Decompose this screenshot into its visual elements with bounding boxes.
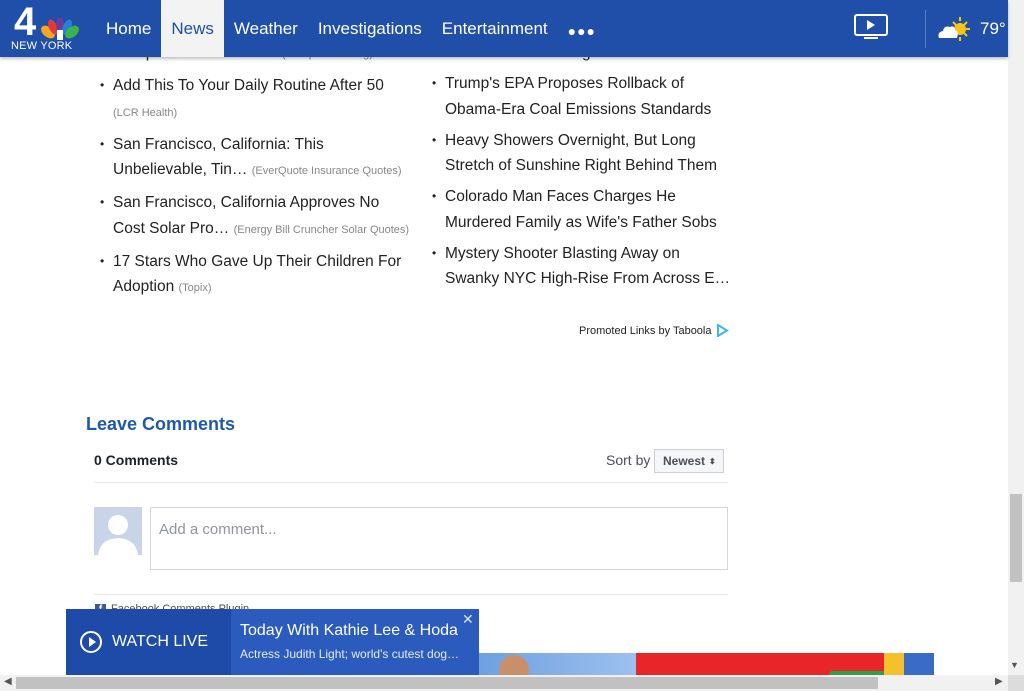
list-item[interactable]: Add This To Your Daily Routine After 50 … xyxy=(100,73,415,126)
sort-label: Sort by xyxy=(606,452,651,468)
header-divider xyxy=(925,10,926,48)
temperature[interactable]: 79° xyxy=(980,19,1006,39)
peacock-icon xyxy=(41,18,79,40)
link-title: Mystery Shooter Blasting Away on Swanky … xyxy=(445,244,731,288)
nbc-logo[interactable]: 4 NEW YORK xyxy=(10,0,80,54)
scroll-down-icon[interactable]: ▼ xyxy=(1010,660,1019,670)
logo-number: 4 xyxy=(14,0,37,44)
nav-home[interactable]: Home xyxy=(96,0,161,57)
comment-input[interactable]: Add a comment... xyxy=(150,507,728,570)
link-title: Trump's EPA Proposes Rollback of Obama-E… xyxy=(445,75,712,118)
user-silhouette-icon xyxy=(94,507,142,555)
list-item[interactable]: Trump's EPA Proposes Rollback of Obama-E… xyxy=(432,71,732,122)
taboola-icon xyxy=(716,324,729,337)
tv-play-icon[interactable] xyxy=(854,14,888,40)
logo-city: NEW YORK xyxy=(11,40,73,52)
list-item[interactable]: 17 Stars Who Gave Up Their Children For … xyxy=(100,249,415,302)
scroll-right-icon[interactable]: ▶ xyxy=(995,676,1003,687)
promoted-links-left: Companies in California (Comparisons.org… xyxy=(100,40,415,307)
link-source: (LCR Health) xyxy=(113,106,178,119)
watch-live-bar[interactable]: WATCH LIVE Today With Kathie Lee & Hoda … xyxy=(66,609,479,675)
list-item[interactable]: San Francisco, California Approves No Co… xyxy=(100,190,415,243)
more-menu-button[interactable]: ●●● xyxy=(558,0,606,57)
nav-weather[interactable]: Weather xyxy=(224,0,308,57)
watch-live-label: WATCH LIVE xyxy=(112,633,209,650)
link-source: (EverQuote Insurance Quotes) xyxy=(251,165,402,177)
partly-cloudy-icon[interactable] xyxy=(936,16,974,42)
link-title: 17 Stars Who Gave Up Their Children For … xyxy=(113,252,402,296)
list-item[interactable]: San Francisco, California: This Unbeliev… xyxy=(100,132,415,185)
promoted-links-right: Months After Leaving Home Trump's EPA Pr… xyxy=(432,40,732,297)
link-title: Colorado Man Faces Charges He Murdered F… xyxy=(445,188,717,231)
watch-live-button[interactable]: WATCH LIVE xyxy=(66,609,231,675)
sort-select[interactable]: Newest ⬍ xyxy=(654,449,724,473)
play-icon xyxy=(80,631,102,653)
horizontal-scroll-thumb[interactable] xyxy=(16,677,878,689)
link-title: Heavy Showers Overnight, But Long Stretc… xyxy=(445,131,717,175)
vertical-scroll-thumb[interactable] xyxy=(1010,494,1022,582)
sort-arrows-icon: ⬍ xyxy=(709,456,716,466)
sort-value: Newest xyxy=(663,454,706,468)
site-header: 4 NEW YORK Home News Weather Investigati… xyxy=(0,0,1008,57)
link-source: (Topix) xyxy=(178,282,212,294)
main-nav: Home News Weather Investigations Enterta… xyxy=(96,0,606,57)
close-icon[interactable]: ✕ xyxy=(462,611,474,628)
nav-news[interactable]: News xyxy=(161,0,224,57)
taboola-attribution[interactable]: Promoted Links by Taboola xyxy=(579,324,729,337)
nav-entertainment[interactable]: Entertainment xyxy=(432,0,558,57)
list-item[interactable]: Colorado Man Faces Charges He Murdered F… xyxy=(432,184,732,235)
scroll-left-icon[interactable]: ◀ xyxy=(4,676,12,687)
comments-count: 0 Comments xyxy=(94,452,179,468)
avatar xyxy=(94,507,142,555)
promo-text: Promoted Links by Taboola xyxy=(579,324,712,337)
list-item[interactable]: Heavy Showers Overnight, But Long Stretc… xyxy=(432,128,732,179)
divider xyxy=(94,594,728,595)
list-item[interactable]: Mystery Shooter Blasting Away on Swanky … xyxy=(432,241,732,292)
nav-investigations[interactable]: Investigations xyxy=(308,0,432,57)
divider xyxy=(94,482,728,483)
link-source: (Energy Bill Cruncher Solar Quotes) xyxy=(233,223,410,236)
link-title: Add This To Your Daily Routine After 50 xyxy=(113,77,384,94)
ellipsis-icon: ●●● xyxy=(567,22,596,39)
show-subtitle: Actress Judith Light; world's cutest dog… xyxy=(240,647,460,661)
show-title[interactable]: Today With Kathie Lee & Hoda xyxy=(240,622,458,640)
comments-heading: Leave Comments xyxy=(86,414,236,434)
scrollbar-corner xyxy=(1008,675,1024,691)
